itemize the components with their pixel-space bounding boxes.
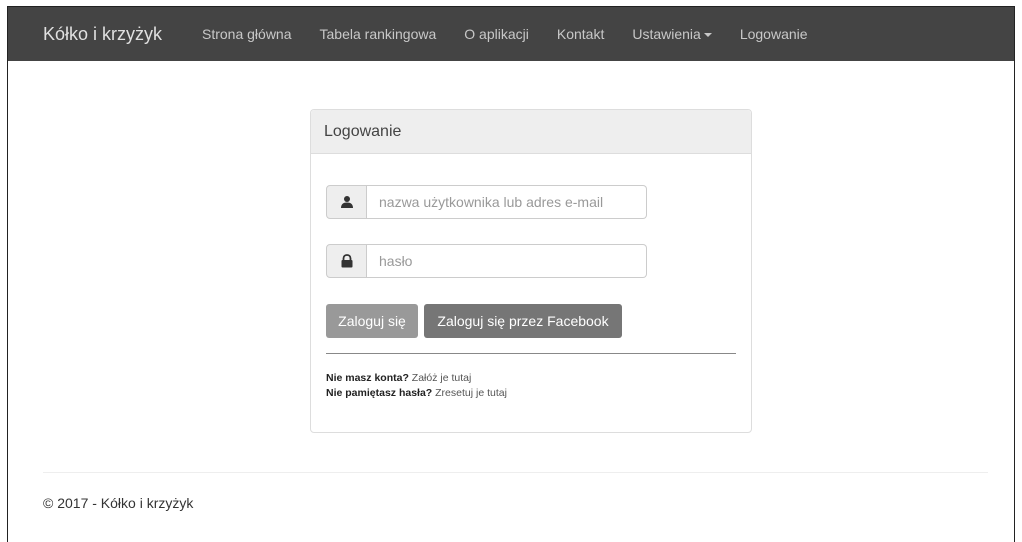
footer-divider [43,472,988,473]
account-links: Nie masz konta? Załóż je tutaj Nie pamię… [326,371,507,401]
username-input[interactable] [367,185,647,219]
login-panel-title: Logowanie [311,110,751,154]
password-input-group [326,244,647,278]
divider [326,353,736,354]
password-input[interactable] [367,244,647,278]
caret-down-icon [703,33,712,38]
nav-item-settings-dropdown[interactable]: Ustawienia [618,7,725,61]
facebook-login-button[interactable]: Zaloguj się przez Facebook [424,304,622,338]
reset-line: Nie pamiętasz hasła? Zresetuj je tutaj [326,386,507,401]
register-link[interactable]: Załóż je tutaj [412,372,472,384]
browser-frame: Kółko i krzyżyk Strona główna Tabela ran… [7,6,1015,542]
user-icon [326,185,367,219]
navbar: Kółko i krzyżyk Strona główna Tabela ran… [8,7,1014,61]
login-panel: Logowanie Zaloguj się Zaloguj się przez … [310,109,752,433]
register-line: Nie masz konta? Załóż je tutaj [326,371,507,386]
nav-item-contact[interactable]: Kontakt [543,7,618,61]
username-input-group [326,185,647,219]
no-account-question: Nie masz konta? [326,372,409,384]
nav-item-home[interactable]: Strona główna [188,7,306,61]
lock-icon [326,244,367,278]
brand-link[interactable]: Kółko i krzyżyk [43,7,162,61]
nav-menu: Strona główna Tabela rankingowa O aplika… [188,7,822,61]
footer-text: © 2017 - Kółko i krzyżyk [43,495,194,511]
login-button[interactable]: Zaloguj się [326,304,418,338]
nav-item-ranking[interactable]: Tabela rankingowa [306,7,451,61]
nav-item-about[interactable]: O aplikacji [450,7,543,61]
reset-password-link[interactable]: Zresetuj je tutaj [435,387,507,399]
nav-item-login[interactable]: Logowanie [726,7,822,61]
forgot-password-question: Nie pamiętasz hasła? [326,387,433,399]
nav-item-settings-label: Ustawienia [632,26,701,42]
